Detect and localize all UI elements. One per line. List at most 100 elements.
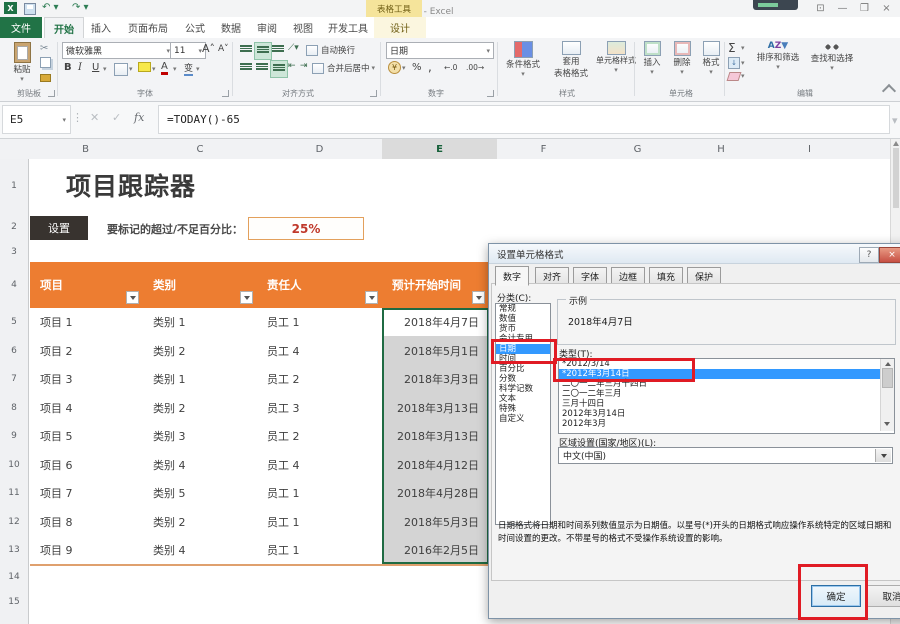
tab-view[interactable]: 视图	[286, 17, 320, 38]
font-dialog-launcher-icon[interactable]	[222, 90, 229, 97]
category-list[interactable]: 常规 数值 货币 会计专用 日期 时间 百分比 分数 科学记数 文本 特殊 自定…	[495, 303, 551, 525]
col-header-I[interactable]: I	[757, 139, 863, 160]
phonetic-icon[interactable]: 变	[184, 61, 193, 76]
ok-button[interactable]: 确定	[811, 585, 861, 607]
category-item[interactable]: 常规	[496, 304, 550, 314]
wrap-text-button[interactable]: 自动换行	[306, 44, 355, 56]
accounting-dropdown-icon[interactable]: ▾	[402, 64, 406, 72]
col-header-partial[interactable]	[862, 139, 891, 160]
confirm-entry-icon[interactable]: ✓	[112, 111, 121, 124]
ribbon-options-icon[interactable]: ⊡	[813, 2, 828, 15]
scroll-up-icon[interactable]	[885, 362, 891, 366]
tab-page-layout[interactable]: 页面布局	[120, 17, 176, 38]
row-header-4[interactable]: 4	[0, 262, 29, 309]
type-list[interactable]: *2012/3/14 *2012年3月14日 二〇一二年三月十四日 二〇一二年三…	[558, 358, 895, 434]
cut-icon[interactable]: ✂	[40, 43, 48, 54]
merge-center-button[interactable]: 合并后居中▾	[312, 62, 375, 74]
sort-filter-button[interactable]: AZ▼ 排序和筛选▾	[752, 41, 804, 71]
increase-indent-icon[interactable]: ⇥	[300, 61, 308, 71]
table-row[interactable]: 项目 4类别 2 员工 32018年3月13日	[30, 393, 489, 423]
table-row[interactable]: 项目 3类别 1 员工 22018年3月3日	[30, 365, 489, 394]
copy-icon[interactable]	[40, 57, 51, 68]
category-item[interactable]: 百分比	[496, 364, 550, 374]
combo-dropdown-icon[interactable]	[875, 449, 891, 462]
category-item[interactable]: 货币	[496, 324, 550, 334]
scrollbar-thumb[interactable]	[882, 368, 893, 388]
row-header-5[interactable]: 5	[0, 308, 29, 337]
tab-data[interactable]: 数据	[214, 17, 248, 38]
filter-dropdown-icon[interactable]	[365, 291, 378, 304]
col-header-C[interactable]: C	[143, 139, 258, 160]
cancel-button[interactable]: 取消	[867, 585, 900, 607]
select-all-corner[interactable]	[0, 139, 29, 160]
type-item[interactable]: 2012年3月	[559, 419, 894, 429]
font-color-dropdown-icon[interactable]: ▾	[173, 65, 177, 73]
category-item[interactable]: 分数	[496, 374, 550, 384]
font-color-icon[interactable]: A	[161, 61, 168, 75]
type-item[interactable]: 二〇一二年三月	[559, 389, 894, 399]
category-item-selected[interactable]: 日期	[496, 344, 550, 354]
table-row[interactable]: 项目 8类别 2 员工 12018年5月3日	[30, 507, 489, 537]
col-header-D[interactable]: D	[257, 139, 383, 160]
row-header-12[interactable]: 12	[0, 507, 29, 537]
col-header-G[interactable]: G	[590, 139, 686, 160]
col-header-H[interactable]: H	[685, 139, 758, 160]
type-item[interactable]: 三月十四日	[559, 399, 894, 409]
type-list-scrollbar[interactable]	[880, 359, 894, 431]
delete-cells-button[interactable]: 删除▾	[668, 41, 696, 76]
category-item[interactable]: 文本	[496, 394, 550, 404]
name-box-dropdown-icon[interactable]: ▾	[62, 116, 66, 124]
dialog-help-icon[interactable]: ?	[859, 247, 879, 263]
decrease-decimal-icon[interactable]: .00→	[466, 63, 484, 72]
borders-icon[interactable]	[114, 63, 128, 76]
italic-button[interactable]: I	[78, 62, 82, 73]
fill-dropdown-icon[interactable]: ▾	[741, 59, 745, 67]
fill-color-icon[interactable]	[138, 62, 151, 72]
row-header-2[interactable]: 2	[0, 212, 29, 243]
autosum-icon[interactable]: Σ	[728, 41, 736, 55]
table-row[interactable]: 项目 5类别 3 员工 22018年3月13日	[30, 422, 489, 451]
row-header-9[interactable]: 9	[0, 422, 29, 451]
collapse-ribbon-icon[interactable]	[882, 84, 896, 98]
type-item[interactable]: 二〇一二年三月十四日	[559, 379, 894, 389]
restore-icon[interactable]: ❒	[857, 2, 872, 15]
clipboard-dialog-launcher-icon[interactable]	[48, 90, 55, 97]
table-row[interactable]: 项目 6类别 4 员工 42018年4月12日	[30, 450, 489, 480]
table-row[interactable]: 项目 2类别 2 员工 42018年5月1日	[30, 336, 489, 366]
flag-percentage-value[interactable]: 25%	[248, 217, 364, 240]
shrink-font-icon[interactable]: A˅	[218, 44, 229, 54]
percent-style-button[interactable]: %	[412, 62, 422, 73]
category-item[interactable]: 科学记数	[496, 384, 550, 394]
clear-icon[interactable]	[727, 72, 742, 81]
align-right-icon[interactable]	[270, 60, 288, 78]
align-center-icon[interactable]	[254, 60, 270, 76]
locale-combo[interactable]: 中文(中国)	[558, 447, 893, 464]
table-row[interactable]: 项目 1类别 1 员工 12018年4月7日	[30, 308, 489, 337]
category-item[interactable]: 特殊	[496, 404, 550, 414]
scrollbar-thumb[interactable]	[893, 148, 899, 208]
format-cells-button[interactable]: 格式▾	[698, 41, 724, 76]
find-select-button[interactable]: 查找和选择▾	[806, 41, 858, 72]
paste-button[interactable]: 粘贴▾	[6, 42, 38, 83]
tab-file[interactable]: 文件	[0, 17, 42, 38]
format-painter-icon[interactable]	[40, 74, 51, 82]
align-top-icon[interactable]	[238, 42, 254, 58]
fill-color-dropdown-icon[interactable]: ▾	[152, 65, 156, 73]
row-header-11[interactable]: 11	[0, 479, 29, 508]
format-as-table-button[interactable]: 套用表格格式	[548, 41, 594, 79]
col-header-B[interactable]: B	[28, 139, 144, 160]
row-header-1[interactable]: 1	[0, 159, 29, 213]
category-item[interactable]: 数值	[496, 314, 550, 324]
scroll-up-icon[interactable]	[893, 141, 899, 146]
cell-styles-button[interactable]: 单元格样式▾	[596, 41, 636, 74]
table-row[interactable]: 项目 9类别 4 员工 12016年2月5日	[30, 536, 489, 565]
tab-design[interactable]: 设计	[376, 17, 424, 38]
tab-developer[interactable]: 开发工具	[322, 17, 374, 38]
bold-button[interactable]: B	[64, 62, 72, 73]
dialog-close-icon[interactable]: ×	[879, 247, 900, 263]
grow-font-icon[interactable]: A˄	[202, 42, 215, 55]
undo-icon[interactable]: ↶ ▾	[42, 2, 59, 13]
phonetic-dropdown-icon[interactable]: ▾	[196, 65, 200, 73]
filter-dropdown-icon[interactable]	[240, 291, 253, 304]
cancel-entry-icon[interactable]: ✕	[90, 111, 99, 124]
